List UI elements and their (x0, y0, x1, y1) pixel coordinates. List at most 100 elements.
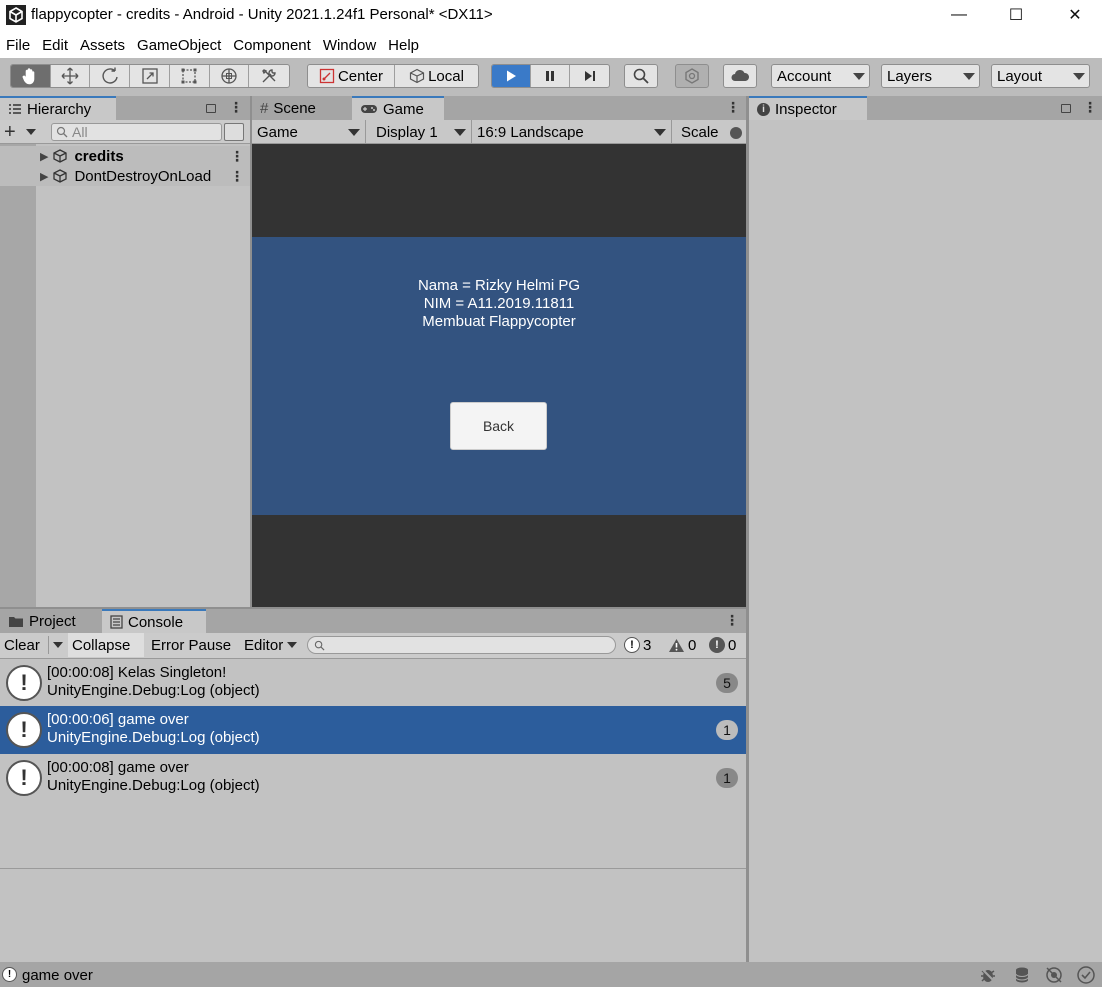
scene-visibility-toggle[interactable] (224, 123, 244, 141)
more-options-icon[interactable]: ⋮ (1083, 99, 1097, 116)
pivot-local-button[interactable]: Local (395, 65, 478, 87)
pivot-tools: Center Local (307, 64, 479, 88)
minimize-button[interactable]: — (930, 0, 988, 30)
rotate-icon (102, 67, 118, 84)
rect-tool-button[interactable] (170, 65, 210, 87)
hierarchy-item-credits[interactable]: ▶ credits ⋮ (0, 146, 250, 166)
console-search-input[interactable] (307, 636, 616, 654)
pivot-center-button[interactable]: Center (308, 65, 395, 87)
rect-transform-icon (181, 68, 197, 84)
game-canvas[interactable]: Nama = Rizky Helmi PG NIM = A11.2019.118… (252, 144, 746, 607)
log-filter-toggle[interactable]: ! 3 (620, 633, 662, 657)
more-options-icon[interactable]: ⋮ (230, 168, 244, 185)
hierarchy-tree (36, 144, 250, 607)
collab-icon (685, 68, 699, 84)
search-placeholder: All (72, 124, 88, 140)
menu-window[interactable]: Window (317, 37, 382, 54)
check-circle-icon[interactable] (1076, 965, 1096, 985)
more-options-icon[interactable]: ⋮ (726, 99, 740, 116)
menu-edit[interactable]: Edit (36, 37, 74, 54)
chevron-down-icon[interactable] (53, 642, 63, 648)
menu-gameobject[interactable]: GameObject (131, 37, 227, 54)
editor-dropdown[interactable]: Editor (240, 633, 302, 657)
step-button[interactable] (570, 65, 609, 87)
chevron-down-icon (853, 72, 865, 80)
console-detail-divider[interactable] (0, 868, 746, 869)
error-pause-toggle[interactable]: Error Pause (147, 633, 239, 657)
hand-tool-button[interactable] (11, 65, 51, 87)
grid-icon: # (260, 99, 269, 117)
more-options-icon[interactable]: ⋮ (230, 148, 244, 165)
pause-button[interactable] (531, 65, 571, 87)
menu-component[interactable]: Component (227, 37, 317, 54)
error-filter-toggle[interactable]: ! 0 (705, 633, 745, 657)
chevron-down-icon (963, 72, 975, 80)
add-icon[interactable]: + (4, 121, 16, 144)
log-count: 3 (643, 636, 652, 654)
hierarchy-item-dontdestroyonload[interactable]: ▶ DontDestroyOnLoad ⋮ (0, 166, 250, 186)
game-mode-label: Game (257, 123, 298, 141)
cache-server-icon[interactable] (1012, 965, 1032, 985)
maximize-button[interactable]: ☐ (987, 0, 1045, 30)
game-view-toolbar: Game Display 1 16:9 Landscape Scale (252, 120, 746, 144)
menu-help[interactable]: Help (382, 37, 425, 54)
lock-icon[interactable] (1061, 104, 1071, 113)
console-entry[interactable]: ! [00:00:08] game over UnityEngine.Debug… (0, 754, 746, 802)
console-entry-selected[interactable]: ! [00:00:06] game over UnityEngine.Debug… (0, 706, 746, 754)
baking-icon[interactable] (1044, 965, 1064, 985)
expand-arrow-icon[interactable]: ▶ (40, 150, 48, 163)
lock-icon[interactable] (206, 104, 216, 113)
console-entry[interactable]: ! [00:00:08] Kelas Singleton! UnityEngin… (0, 659, 746, 707)
console-entry-stacktrace: UnityEngine.Debug:Log (object) (47, 777, 260, 794)
game-tab-label: Game (383, 100, 424, 118)
layers-dropdown[interactable]: Layers (881, 64, 980, 88)
game-view-panel: # Scene Game ⋮ Game Display 1 16:9 Lands… (252, 96, 746, 607)
console-entry-stacktrace: UnityEngine.Debug:Log (object) (47, 682, 260, 699)
tab-project[interactable]: Project (0, 609, 100, 633)
menu-assets[interactable]: Assets (74, 37, 131, 54)
debug-bug-icon[interactable] (978, 965, 998, 985)
tab-inspector[interactable]: i Inspector (749, 96, 867, 120)
more-options-icon[interactable]: ⋮ (725, 612, 739, 629)
more-options-icon[interactable]: ⋮ (229, 99, 243, 116)
info-message-icon: ! (6, 760, 42, 796)
collapse-toggle[interactable]: Collapse (68, 633, 144, 657)
back-button[interactable]: Back (450, 402, 547, 450)
tab-hierarchy[interactable]: Hierarchy (0, 96, 116, 120)
clear-button[interactable]: Clear (0, 633, 48, 657)
tab-console[interactable]: Console (102, 609, 206, 633)
menu-file[interactable]: File (0, 37, 36, 54)
transform-tool-button[interactable] (210, 65, 250, 87)
move-tool-button[interactable] (51, 65, 91, 87)
info-message-icon: ! (6, 712, 42, 748)
cloud-button[interactable] (723, 64, 757, 88)
tab-scene[interactable]: # Scene (252, 96, 350, 120)
collab-button[interactable] (675, 64, 709, 88)
custom-tool-button[interactable] (249, 65, 289, 87)
game-mode-dropdown[interactable]: Game (252, 120, 366, 144)
hierarchy-toolbar: + All (0, 120, 250, 144)
hierarchy-search-input[interactable]: All (51, 123, 222, 141)
warning-filter-toggle[interactable]: 0 (664, 633, 704, 657)
chevron-down-icon (287, 642, 298, 648)
chevron-down-icon[interactable] (26, 129, 36, 135)
rotate-tool-button[interactable] (90, 65, 131, 87)
tab-game[interactable]: Game (352, 96, 444, 120)
search-icon (56, 126, 68, 138)
close-button[interactable]: ✕ (1046, 0, 1102, 30)
hand-icon (22, 68, 35, 85)
scale-tool-button[interactable] (130, 65, 170, 87)
scene-game-tabbar: # Scene Game ⋮ (252, 96, 746, 120)
search-button[interactable] (624, 64, 658, 88)
transform-tools (10, 64, 290, 88)
expand-arrow-icon[interactable]: ▶ (40, 170, 48, 183)
local-label: Local (428, 67, 464, 85)
aspect-dropdown[interactable]: 16:9 Landscape (472, 120, 672, 144)
status-message[interactable]: game over (22, 967, 93, 984)
play-button[interactable] (492, 65, 532, 87)
layout-dropdown[interactable]: Layout (991, 64, 1090, 88)
display-dropdown[interactable]: Display 1 (371, 120, 472, 144)
project-tab-label: Project (29, 612, 76, 630)
scale-slider-handle[interactable] (730, 127, 742, 139)
account-dropdown[interactable]: Account (771, 64, 870, 88)
